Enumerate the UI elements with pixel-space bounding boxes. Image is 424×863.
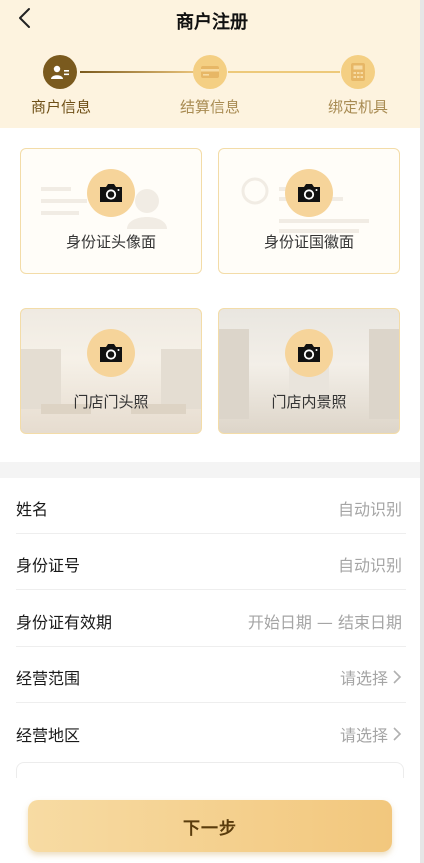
business-scope-row[interactable]: 经营范围 请选择	[16, 647, 406, 703]
upload-label: 身份证头像面	[65, 233, 156, 251]
business-scope-select[interactable]: 请选择	[340, 665, 402, 689]
camera-icon	[100, 184, 122, 202]
step-2-indicator	[193, 55, 227, 89]
step-2-label: 结算信息	[179, 98, 240, 116]
step-1-indicator	[43, 55, 77, 89]
camera-icon	[100, 344, 122, 362]
upload-store-interior[interactable]: 门店内景照	[218, 308, 400, 434]
id-number-row[interactable]: 身份证号 自动识别	[16, 534, 406, 590]
nav-bar: 商户注册	[0, 0, 424, 40]
business-region-label: 经营地区	[16, 726, 81, 745]
camera-icon	[298, 184, 320, 202]
scrollbar[interactable]	[420, 0, 424, 863]
upload-label: 门店内景照	[271, 393, 347, 411]
merchant-id-icon	[51, 65, 69, 79]
camera-button[interactable]	[285, 329, 333, 377]
id-validity-label: 身份证有效期	[16, 613, 113, 632]
id-number-value: 自动识别	[337, 556, 402, 575]
id-validity-value[interactable]: 开始日期 — 结束日期	[248, 609, 402, 633]
id-validity-row[interactable]: 身份证有效期 开始日期 — 结束日期	[16, 591, 406, 647]
step-3-indicator	[341, 55, 375, 89]
step-connector-1	[80, 71, 194, 73]
camera-button[interactable]	[87, 169, 135, 217]
upload-label: 门店门头照	[73, 393, 149, 411]
upload-label: 身份证国徽面	[263, 233, 354, 251]
step-3-label: 绑定机具	[327, 98, 388, 116]
business-region-value: 请选择	[339, 726, 388, 745]
pos-terminal-icon	[351, 63, 365, 81]
chevron-right-icon	[393, 727, 402, 741]
business-region-select[interactable]: 请选择	[340, 722, 402, 746]
camera-button[interactable]	[285, 169, 333, 217]
camera-icon	[298, 344, 320, 362]
business-scope-label: 经营范围	[16, 669, 81, 688]
business-scope-value: 请选择	[339, 669, 388, 688]
upload-id-back[interactable]: 身份证国徽面	[218, 148, 400, 274]
card-icon	[201, 66, 219, 78]
business-region-row[interactable]: 经营地区 请选择	[16, 704, 406, 760]
upload-storefront[interactable]: 门店门头照	[20, 308, 202, 434]
name-value: 自动识别	[337, 500, 402, 519]
chevron-right-icon	[393, 670, 402, 684]
id-number-label: 身份证号	[16, 556, 81, 575]
name-row[interactable]: 姓名 自动识别	[16, 478, 406, 534]
step-connector-2	[228, 71, 340, 73]
upload-id-front[interactable]: 身份证头像面	[20, 148, 202, 274]
name-label: 姓名	[16, 500, 49, 519]
camera-button[interactable]	[87, 329, 135, 377]
next-step-button[interactable]: 下一步	[28, 800, 392, 852]
page-title: 商户注册	[176, 12, 248, 33]
step-1-label: 商户信息	[30, 98, 91, 116]
header-area: 商户注册 商户信息 结算信息 绑定机具	[0, 0, 424, 128]
